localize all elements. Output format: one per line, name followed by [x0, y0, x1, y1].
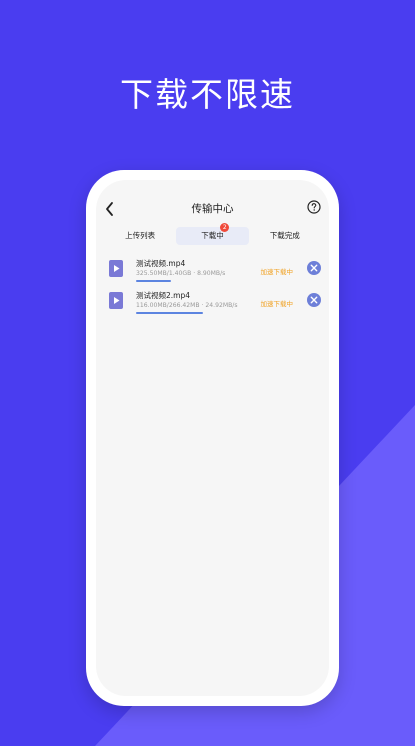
- download-status: 加速下载中: [260, 268, 294, 276]
- phone-frame: 传输中心 上传列表 下载中 2 下载完成 测试视频.mp4 325.50MB/1…: [86, 170, 339, 706]
- progress-bar: [136, 280, 251, 282]
- progress-bar: [136, 312, 251, 314]
- video-file-icon: [109, 292, 123, 309]
- cancel-icon[interactable]: [307, 293, 321, 307]
- headline: 下载不限速: [120, 75, 295, 114]
- file-stats: 325.50MB/1.40GB · 8.90MB/s: [136, 270, 226, 277]
- tab-completed-label: 下载完成: [269, 231, 300, 240]
- file-stats: 116.00MB/266.42MB · 24.92MB/s: [136, 302, 238, 309]
- transfer-tabs: 上传列表 下载中 2 下载完成: [104, 223, 321, 245]
- page-title: 传输中心: [191, 203, 234, 215]
- tab-downloading-label: 下载中: [201, 231, 224, 240]
- tab-upload-list[interactable]: 上传列表: [104, 227, 176, 245]
- download-item[interactable]: 测试视频2.mp4 116.00MB/266.42MB · 24.92MB/s …: [106, 290, 321, 318]
- file-name: 测试视频.mp4: [136, 259, 186, 268]
- download-status: 加速下载中: [260, 300, 294, 308]
- download-count-badge: 2: [220, 223, 230, 232]
- tab-upload-list-label: 上传列表: [125, 231, 156, 240]
- phone-screen: 传输中心 上传列表 下载中 2 下载完成 测试视频.mp4 325.50MB/1…: [96, 180, 329, 696]
- help-icon[interactable]: [307, 200, 321, 214]
- file-name: 测试视频2.mp4: [136, 291, 190, 300]
- progress-fill: [136, 312, 203, 314]
- tab-downloading[interactable]: 下载中 2: [176, 223, 249, 245]
- download-item[interactable]: 测试视频.mp4 325.50MB/1.40GB · 8.90MB/s 加速下载…: [106, 258, 321, 286]
- video-file-icon: [109, 260, 123, 277]
- cancel-icon[interactable]: [307, 261, 321, 275]
- progress-fill: [136, 280, 171, 282]
- top-bar: 传输中心: [96, 198, 329, 220]
- tab-completed[interactable]: 下载完成: [249, 227, 321, 245]
